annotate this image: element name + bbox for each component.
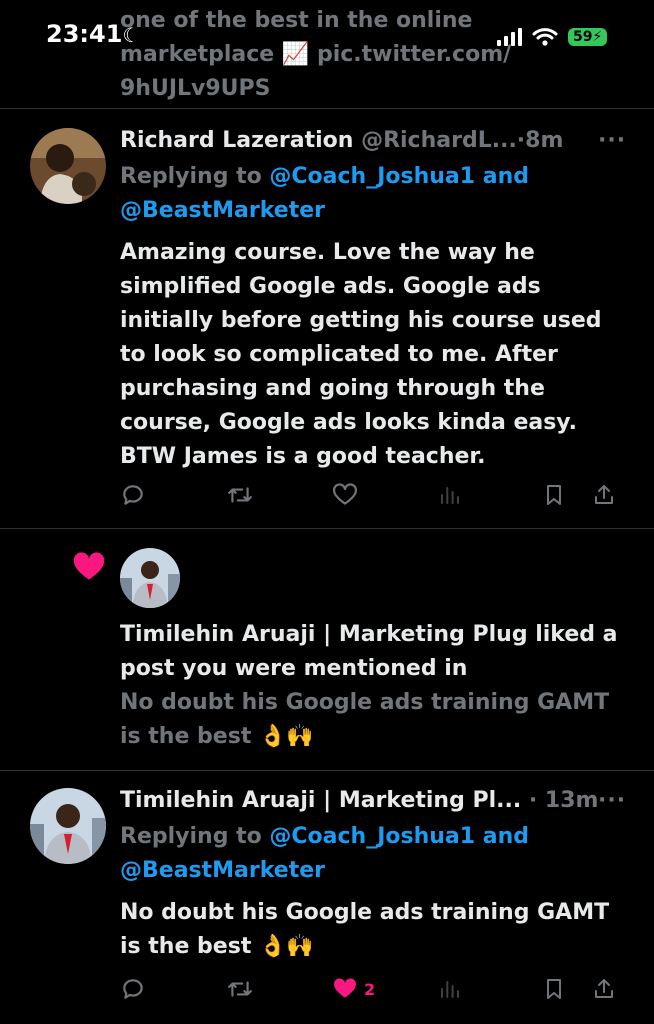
tweet-header: Timilehin Aruaji | Marketing Pl... · 13m [120,784,598,818]
reply-icon [123,485,143,505]
retweet-button[interactable] [226,482,332,508]
more-options-icon[interactable]: ··· [598,124,626,158]
replying-to-label: Replying to [120,164,262,189]
tweet-actions: 2 [120,972,630,1006]
views-icon [441,487,459,504]
battery-level: 59 [573,29,593,45]
status-bar-icons: 59⚡ [496,24,608,50]
notification-avatar[interactable] [120,548,180,608]
ok-raised-hands-emoji: 👌🙌 [259,934,314,959]
divider [0,108,654,109]
reply-button[interactable] [120,976,226,1002]
more-options-icon[interactable]: ··· [598,784,626,818]
ok-raised-hands-emoji: 👌🙌 [259,724,314,749]
share-button[interactable] [592,482,616,508]
tweet-body: No doubt his Google ads training GAMT is… [120,896,620,964]
replying-to: Replying to @Coach_Joshua1 and @BeastMar… [120,820,560,888]
time-separator: · [521,788,545,813]
tweet-time[interactable]: 13m [545,788,599,813]
mention-and[interactable]: and [483,164,529,189]
mention-link[interactable]: @BeastMarketer [120,858,325,883]
reply-button[interactable] [120,482,226,508]
bookmark-icon [547,485,561,505]
avatar-image [30,788,106,864]
like-button[interactable] [332,482,438,508]
like-count: 2 [364,979,376,999]
retweet-icon [228,981,252,997]
replying-to: Replying to @Coach_Joshua1 and @BeastMar… [120,160,560,228]
author-name[interactable]: Richard Lazeration [120,128,353,153]
views-button[interactable] [438,976,542,1002]
bookmark-button[interactable] [542,976,592,1002]
notification-message: Timilehin Aruaji | Marketing Plug liked … [120,622,618,681]
bookmark-icon [547,979,561,999]
chart-emoji: 📈 [281,42,310,67]
divider [0,770,654,771]
author-handle[interactable]: @RichardL... [361,128,517,153]
battery-indicator: 59⚡ [568,28,608,46]
like-button[interactable]: 2 [332,976,438,1002]
avatar[interactable] [30,128,106,204]
previous-tweet-link[interactable]: 9hUJLv9UPS [120,72,640,106]
tweet-time[interactable]: 8m [525,128,563,153]
share-button[interactable] [592,976,616,1002]
reply-icon [123,979,143,999]
views-icon [441,981,459,998]
heart-filled-icon [334,978,356,998]
wifi-icon [532,28,558,46]
avatar-image [120,548,180,608]
views-button[interactable] [438,482,542,508]
replying-to-label: Replying to [120,824,262,849]
mention-link[interactable]: @BeastMarketer [120,198,325,223]
moon-icon: ☾ [122,23,141,47]
tweet-header: Richard Lazeration @RichardL...·8m [120,124,563,158]
notification-snippet-text: No doubt his Google ads training GAMT is… [120,690,610,749]
heart-filled-icon [72,551,106,585]
mention-link[interactable]: @Coach_Joshua1 [269,164,475,189]
share-icon [595,485,613,504]
previous-tweet-link[interactable]: pic.twitter.com/ [317,42,511,67]
notification-text[interactable]: Timilehin Aruaji | Marketing Plug liked … [120,618,630,754]
retweet-button[interactable] [226,976,332,1002]
mention-link[interactable]: @Coach_Joshua1 [269,824,475,849]
tweet-body: Amazing course. Love the way he simplifi… [120,240,602,469]
share-icon [595,979,613,998]
avatar-image [30,128,106,204]
tweet-body-text: No doubt his Google ads training GAMT is… [120,900,610,959]
status-bar-time: 23:41☾ [46,20,140,48]
time-separator: · [516,128,526,153]
author-name[interactable]: Timilehin Aruaji | Marketing Pl... [120,788,521,813]
heart-outline-icon [333,483,357,505]
avatar[interactable] [30,788,106,864]
previous-tweet-text-part: marketplace [120,42,275,67]
mention-and[interactable]: and [483,824,529,849]
divider [0,528,654,529]
signal-icon [497,28,522,46]
notification-snippet: No doubt his Google ads training GAMT is… [120,686,630,754]
status-time-text: 23:41 [46,20,123,48]
retweet-icon [228,487,252,503]
bookmark-button[interactable] [542,482,592,508]
tweet-actions [120,478,630,512]
previous-tweet-text: one of the best in the online marketplac… [120,4,640,106]
